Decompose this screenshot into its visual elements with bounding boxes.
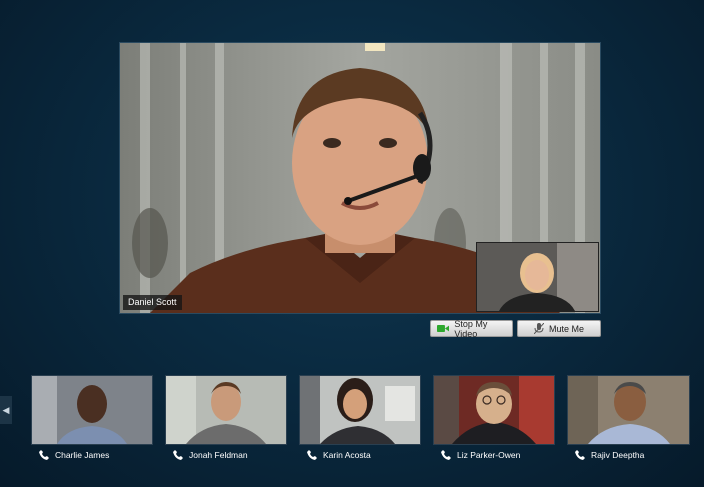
stop-video-label: Stop My Video xyxy=(454,318,488,339)
participant-label: Jonah Feldman xyxy=(173,449,248,461)
participant-video xyxy=(434,376,554,444)
mute-label: Mute Me xyxy=(548,323,584,334)
participant-name: Karin Acosta xyxy=(323,450,371,460)
self-view-video[interactable] xyxy=(476,242,599,312)
participant-name-tag: Daniel Scott xyxy=(123,295,182,310)
participant-tile[interactable] xyxy=(31,375,153,445)
phone-icon xyxy=(173,450,183,460)
participant-tile[interactable] xyxy=(165,375,287,445)
participant-tile[interactable] xyxy=(567,375,690,445)
participant-label: Charlie James xyxy=(39,449,109,461)
phone-icon xyxy=(307,450,317,460)
scroll-left-arrow[interactable]: ◀ xyxy=(0,396,12,424)
participant-label: Karin Acosta xyxy=(307,449,371,461)
call-controls: Stop My Video Mute Me xyxy=(430,318,601,339)
mute-button[interactable]: Mute Me xyxy=(517,320,601,337)
participant-tile[interactable] xyxy=(299,375,421,445)
participant-name: Rajiv Deeptha xyxy=(591,450,645,460)
chevron-left-icon: ◀ xyxy=(2,404,10,415)
participant-name: Charlie James xyxy=(55,450,110,460)
participant-name: Jonah Feldman xyxy=(189,450,248,460)
participant-name: Liz Parker-Owen xyxy=(457,450,521,460)
participant-label: Rajiv Deeptha xyxy=(575,449,644,461)
phone-icon xyxy=(441,450,451,460)
participant-video xyxy=(568,376,689,444)
participant-label: Liz Parker-Owen xyxy=(441,449,520,461)
participant-video xyxy=(166,376,286,444)
video-camera-icon xyxy=(437,324,450,333)
self-view-feed xyxy=(477,243,598,311)
participant-tile[interactable] xyxy=(433,375,555,445)
participant-video xyxy=(300,376,420,444)
microphone-mute-icon xyxy=(533,323,544,334)
phone-icon xyxy=(575,450,585,460)
phone-icon xyxy=(39,450,49,460)
stop-video-button[interactable]: Stop My Video xyxy=(430,318,513,339)
participant-video xyxy=(32,376,152,444)
